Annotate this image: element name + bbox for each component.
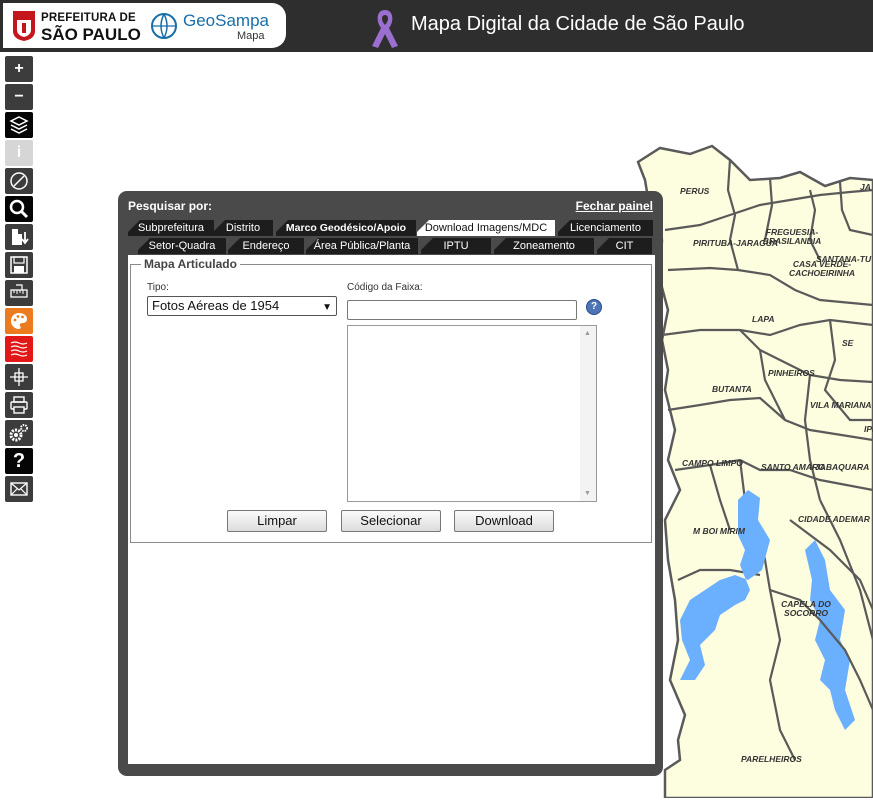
download-map-button[interactable] xyxy=(5,224,33,250)
codigo-label: Código da Faixa: xyxy=(347,282,423,293)
limpar-button[interactable]: Limpar xyxy=(227,510,327,532)
ruler-icon xyxy=(10,284,28,298)
app-title: Mapa Digital da Cidade de São Paulo xyxy=(411,13,745,35)
district-label: JA xyxy=(860,182,871,192)
tab-iptu[interactable]: IPTU xyxy=(421,238,491,254)
gears-icon xyxy=(9,424,28,442)
awareness-ribbon-icon xyxy=(372,10,398,48)
district-label: BUTANTA xyxy=(712,384,752,394)
panel-body: Mapa Articulado Tipo: Fotos Aéreas de 19… xyxy=(128,255,655,764)
print-button[interactable] xyxy=(5,392,33,418)
district-label: PINHEIROS xyxy=(768,368,815,378)
split-view-button[interactable] xyxy=(5,364,33,390)
tab-licenciamento[interactable]: Licenciamento xyxy=(558,220,653,236)
tab-marco-geodesico[interactable]: Marco Geodésico/Apoio xyxy=(276,220,416,236)
tab-download-imagens[interactable]: Download Imagens/MDC xyxy=(417,220,555,236)
printer-icon xyxy=(10,396,28,414)
tipo-select-value: Fotos Aéreas de 1954 xyxy=(152,298,280,313)
crosshair-icon xyxy=(10,368,28,386)
envelope-icon xyxy=(10,482,28,496)
clear-button[interactable] xyxy=(5,168,33,194)
fieldset-legend: Mapa Articulado xyxy=(141,257,240,271)
geosampa-subtitle: Mapa xyxy=(237,30,265,42)
palette-icon xyxy=(11,313,27,329)
geosampa-globe-icon xyxy=(151,13,177,39)
district-label: JABAQUARA xyxy=(815,462,870,472)
district-label: LAPA xyxy=(752,314,775,324)
zoom-out-button[interactable]: − xyxy=(5,84,33,110)
zoom-in-button[interactable]: + xyxy=(5,56,33,82)
layers-icon xyxy=(9,116,29,134)
settings-button[interactable] xyxy=(5,420,33,446)
tab-area-publica[interactable]: Área Pública/Planta xyxy=(306,238,418,254)
contact-button[interactable] xyxy=(5,476,33,502)
contour-lines-icon xyxy=(10,341,28,357)
map-toolbar: + − i ? xyxy=(5,56,33,504)
codigo-faixa-input[interactable] xyxy=(347,300,577,320)
close-panel-link[interactable]: Fechar painel xyxy=(576,199,653,213)
scroll-down-icon[interactable]: ▼ xyxy=(584,490,591,497)
codigo-faixa-list[interactable]: ▲ ▼ xyxy=(347,325,597,502)
contour-button[interactable] xyxy=(5,336,33,362)
district-label: CAPELA DO SOCORRO xyxy=(781,599,831,618)
panel-header-label: Pesquisar por: xyxy=(128,199,213,213)
help-icon[interactable]: ? xyxy=(586,299,602,315)
selecionar-button[interactable]: Selecionar xyxy=(341,510,441,532)
map-download-icon xyxy=(12,229,29,245)
prefeitura-coat-of-arms-icon xyxy=(13,11,35,41)
app-header: PREFEITURA DE SÃO PAULO GeoSampa Mapa Ma… xyxy=(0,0,873,52)
chevron-down-icon: ▼ xyxy=(322,302,332,313)
save-button[interactable] xyxy=(5,252,33,278)
search-panel: Pesquisar por: Fechar painel Subprefeitu… xyxy=(118,191,663,776)
tab-subprefeitura[interactable]: Subprefeitura xyxy=(128,220,214,236)
list-scrollbar[interactable]: ▲ ▼ xyxy=(580,326,596,501)
tipo-label: Tipo: xyxy=(147,282,169,293)
district-label: PERUS xyxy=(680,186,710,196)
district-label: M BOI MIRIM xyxy=(693,526,745,536)
tab-setor-quadra[interactable]: Setor-Quadra xyxy=(138,238,226,254)
save-icon xyxy=(10,256,28,274)
search-icon xyxy=(9,199,29,219)
help-button[interactable]: ? xyxy=(5,448,33,474)
tab-zoneamento[interactable]: Zoneamento xyxy=(494,238,594,254)
measure-button[interactable] xyxy=(5,280,33,306)
logo-area[interactable]: PREFEITURA DE SÃO PAULO GeoSampa Mapa xyxy=(3,3,286,48)
palette-button[interactable] xyxy=(5,308,33,334)
layers-button[interactable] xyxy=(5,112,33,138)
tab-distrito[interactable]: Distrito xyxy=(213,220,273,236)
geosampa-title: GeoSampa xyxy=(183,11,269,30)
download-button[interactable]: Download xyxy=(454,510,554,532)
tab-endereco[interactable]: Endereço xyxy=(228,238,304,254)
search-button[interactable] xyxy=(5,196,33,222)
tab-cit[interactable]: CIT xyxy=(597,238,652,254)
scroll-up-icon[interactable]: ▲ xyxy=(584,330,591,337)
district-label: SE xyxy=(842,338,854,348)
prefeitura-label-line1: PREFEITURA DE xyxy=(41,12,136,24)
district-label: CAMPO LIMPO xyxy=(682,458,743,468)
district-label: CASA VERDE-CACHOEIRINHA xyxy=(788,259,856,278)
district-label: PARELHEIROS xyxy=(741,754,802,764)
tipo-select[interactable]: Fotos Aéreas de 1954 ▼ xyxy=(147,296,337,316)
mapa-articulado-fieldset: Mapa Articulado Tipo: Fotos Aéreas de 19… xyxy=(130,257,652,543)
district-label: VILA MARIANA xyxy=(810,400,872,410)
district-label: CIDADE ADEMAR xyxy=(798,514,870,524)
district-label: FREGUESIA-BRASILANDIA xyxy=(762,227,822,246)
district-label: IPI xyxy=(864,424,873,434)
info-button[interactable]: i xyxy=(5,140,33,166)
prefeitura-label-line2: SÃO PAULO xyxy=(41,25,141,44)
eraser-icon xyxy=(10,172,28,190)
